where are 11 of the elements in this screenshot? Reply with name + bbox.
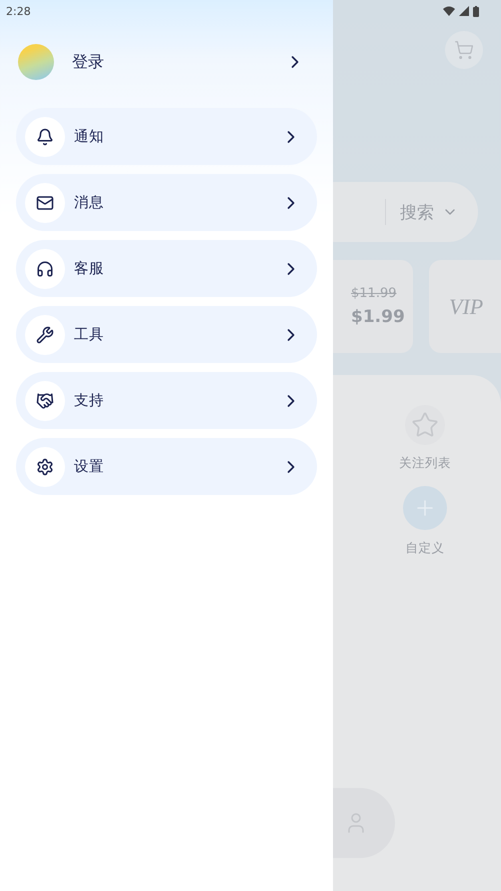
old-price: $11.99 bbox=[351, 286, 398, 301]
menu-item[interactable]: 客服 bbox=[16, 240, 317, 297]
menu-item[interactable]: 消息 bbox=[16, 174, 317, 231]
status-time: 2:28 bbox=[6, 4, 31, 18]
login-row[interactable]: 登录 bbox=[0, 44, 333, 80]
vip-label: VIP bbox=[449, 294, 484, 320]
menu-item[interactable]: 通知 bbox=[16, 108, 317, 165]
menu-item[interactable]: 工具 bbox=[16, 306, 317, 363]
menu-item[interactable]: 设置 bbox=[16, 438, 317, 495]
price: $1.99 bbox=[351, 307, 406, 327]
menu-item[interactable]: 支持 bbox=[16, 372, 317, 429]
